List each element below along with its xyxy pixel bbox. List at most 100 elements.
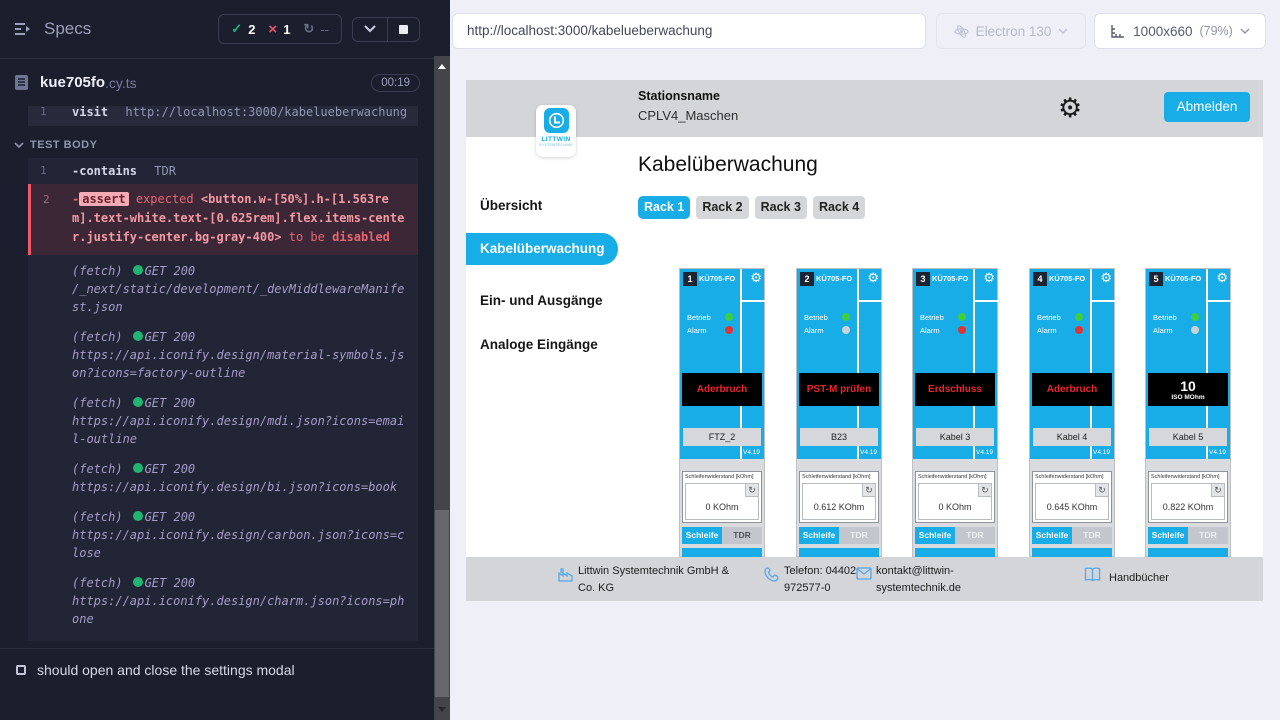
refresh-value-button[interactable]: ↻ xyxy=(1211,484,1224,497)
fetch-log-row[interactable]: (fetch)GET 200 https://api.iconify.desig… xyxy=(28,567,418,633)
status-dot-icon xyxy=(133,265,143,275)
fetch-log-row[interactable]: (fetch)GET 200 /_next/static/development… xyxy=(28,255,418,321)
app-header: Stationsname CPLV4_Maschen ⚙ Abmelden xyxy=(466,80,1263,137)
electron-icon xyxy=(954,24,969,39)
tdr-button[interactable]: TDR xyxy=(722,527,762,544)
tab-rack-2[interactable]: Rack 2 xyxy=(696,196,748,219)
assert-badge: assert xyxy=(79,192,128,206)
station-name-label: Stationsname xyxy=(638,89,720,103)
collapse-tests-button[interactable] xyxy=(353,18,387,41)
visit-command-row[interactable]: 1 visit http://localhost:3000/kabelueber… xyxy=(28,106,418,126)
book-icon xyxy=(1084,567,1101,582)
logout-button[interactable]: Abmelden xyxy=(1164,92,1250,122)
schleife-button[interactable]: Schleife xyxy=(915,527,955,544)
sidebar-item-ein-und-ausgaenge[interactable]: Ein- und Ausgänge xyxy=(480,293,603,308)
footer-email[interactable]: kontakt@littwin-systemtechnik.de xyxy=(876,563,988,597)
assert-tobe: to be xyxy=(289,230,325,244)
scrollbar-track[interactable] xyxy=(434,56,450,720)
module-number: 2 xyxy=(800,272,814,286)
reporter-scrollbar[interactable] xyxy=(434,0,450,720)
module-gear-icon[interactable]: ⚙ xyxy=(1216,270,1228,286)
firmware-version: V4.19 xyxy=(1209,449,1226,456)
url-address-bar[interactable]: http://localhost:3000/kabelueberwachung xyxy=(452,13,926,49)
iso-unit-label: ISO MOhm xyxy=(1171,394,1204,401)
scroll-up-arrow-icon[interactable] xyxy=(438,64,446,69)
reporter-header: Specs ✓2 ×1 ↻-- xyxy=(0,0,434,59)
pending-test-row[interactable]: should open and close the settings modal xyxy=(0,649,434,678)
status-dot-icon xyxy=(133,331,143,341)
stop-run-button[interactable] xyxy=(388,18,419,41)
cable-name: Kabel 5 xyxy=(1149,428,1227,446)
cable-name: FTZ_2 xyxy=(683,428,761,446)
fetch-method: GET 200 xyxy=(145,462,196,476)
tab-rack-4[interactable]: Rack 4 xyxy=(813,196,865,219)
schleife-button[interactable]: Schleife xyxy=(682,527,722,544)
panel-label: Schleifenwiderstand [kOhm] xyxy=(918,474,986,480)
module-model: KÜ705-FO xyxy=(699,274,735,283)
footer-manuals-link[interactable]: Handbücher xyxy=(1109,570,1169,587)
run-controls xyxy=(352,17,420,42)
fetch-label: (fetch) xyxy=(72,394,123,412)
viewport-selector[interactable]: 1000x660 (79%) xyxy=(1094,13,1266,49)
chevron-down-icon xyxy=(1058,28,1068,35)
fetch-label: (fetch) xyxy=(72,262,123,280)
betrieb-led xyxy=(842,313,850,321)
sidebar-item-kabelueberwachung[interactable]: Kabelüberwachung xyxy=(466,233,618,265)
scroll-down-arrow-icon[interactable] xyxy=(438,707,446,712)
tab-rack-1[interactable]: Rack 1 xyxy=(638,196,690,219)
spec-file-row[interactable]: kue705fo .cy.ts 00:19 xyxy=(0,59,434,106)
panel-label: Schleifenwiderstand [kOhm] xyxy=(1035,474,1103,480)
fetch-url: https://api.iconify.design/bi.json?icons… xyxy=(72,478,408,496)
betrieb-label: Betrieb xyxy=(1153,313,1177,322)
assert-command-row[interactable]: 2 -assert expected <button.w-[50%].h-[1.… xyxy=(28,184,418,255)
fetch-log-row[interactable]: (fetch)GET 200 https://api.iconify.desig… xyxy=(28,387,418,453)
module-gear-icon[interactable]: ⚙ xyxy=(983,270,995,286)
module-gear-icon[interactable]: ⚙ xyxy=(867,270,879,286)
tdr-button[interactable]: TDR xyxy=(955,527,995,544)
sidebar-item-analoge-eingaenge[interactable]: Analoge Eingänge xyxy=(480,337,598,352)
status-display: PST-M prüfen xyxy=(799,373,879,406)
firmware-version: V4.19 xyxy=(743,449,760,456)
status-display: 10 ISO MOhm xyxy=(1148,373,1228,406)
aut-stage: http://localhost:3000/kabelueberwachung … xyxy=(450,0,1280,720)
fetch-label: (fetch) xyxy=(72,460,123,478)
specs-label[interactable]: Specs xyxy=(44,19,91,39)
tdr-button[interactable]: TDR xyxy=(1072,527,1112,544)
fetch-log-row[interactable]: (fetch)GET 200 https://api.iconify.desig… xyxy=(28,501,418,567)
module-gear-icon[interactable]: ⚙ xyxy=(750,270,762,286)
resistance-value: 0.822 KOhm xyxy=(1152,502,1224,512)
tab-rack-3[interactable]: Rack 3 xyxy=(755,196,807,219)
refresh-value-button[interactable]: ↻ xyxy=(862,484,875,497)
fetch-log-row[interactable]: (fetch)GET 200 https://api.iconify.desig… xyxy=(28,321,418,387)
tdr-button[interactable]: TDR xyxy=(839,527,879,544)
browser-selector[interactable]: Electron 130 xyxy=(936,13,1086,49)
contains-command-row[interactable]: 1 -contains TDR xyxy=(28,158,418,184)
refresh-value-button[interactable]: ↻ xyxy=(978,484,991,497)
pending-test-section: should open and close the settings modal xyxy=(0,648,434,720)
fetch-log-row[interactable]: (fetch) GET 200 https://api.iconify.desig… xyxy=(28,453,418,501)
refresh-value-button[interactable]: ↻ xyxy=(1095,484,1108,497)
settings-gear-icon[interactable]: ⚙ xyxy=(1058,88,1082,128)
spec-extension: .cy.ts xyxy=(105,75,137,91)
loop-resistance-panel: Schleifenwiderstand [kOhm] ↻ 0 KOhm xyxy=(682,471,762,523)
schleife-button[interactable]: Schleife xyxy=(1032,527,1072,544)
alarm-label: Alarm xyxy=(687,326,707,335)
status-text: Aderbruch xyxy=(697,384,748,395)
module-gear-icon[interactable]: ⚙ xyxy=(1100,270,1112,286)
command-log: 1 -contains TDR 2 -assert expected <butt… xyxy=(28,158,418,641)
status-display: Aderbruch xyxy=(1032,373,1112,406)
test-body-section[interactable]: TEST BODY xyxy=(14,139,434,151)
schleife-button[interactable]: Schleife xyxy=(799,527,839,544)
alarm-led xyxy=(958,326,966,334)
alarm-led xyxy=(1191,326,1199,334)
littwin-logo-icon xyxy=(544,108,569,133)
schleife-button[interactable]: Schleife xyxy=(1148,527,1188,544)
specs-list-icon[interactable] xyxy=(14,21,34,37)
refresh-value-button[interactable]: ↻ xyxy=(745,484,758,497)
scrollbar-thumb[interactable] xyxy=(435,510,449,697)
loop-resistance-panel: Schleifenwiderstand [kOhm] ↻ 0 KOhm xyxy=(915,471,995,523)
tdr-button[interactable]: TDR xyxy=(1188,527,1228,544)
module-number: 1 xyxy=(683,272,697,286)
stat-pending: ↻-- xyxy=(303,21,329,37)
sidebar-item-uebersicht[interactable]: Übersicht xyxy=(480,198,542,213)
